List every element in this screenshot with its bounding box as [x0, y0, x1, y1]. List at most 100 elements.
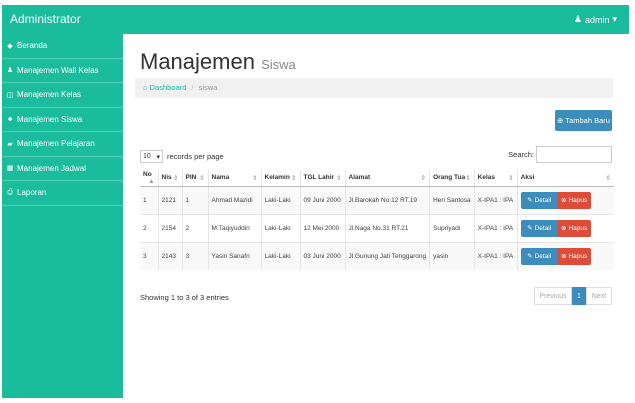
cell-nis: 2154: [157, 213, 182, 242]
breadcrumb-current: siswa: [198, 83, 218, 92]
cell-nama: Ahmad Mazidi: [207, 185, 261, 214]
column-header-no[interactable]: No ▲: [140, 170, 158, 187]
cell-orang-tua: Heri Santosa: [429, 185, 475, 214]
cell-kelamin: Laki-Laki: [260, 213, 300, 242]
cell-kelas: X-IPA1 : IPA: [473, 241, 518, 270]
table-info: Showing 1 to 3 of 3 entries: [140, 293, 229, 302]
delete-button[interactable]: ⊗ Hapus: [557, 247, 591, 265]
cell-orang-tua: yasin: [429, 241, 475, 270]
print-icon: ⎙: [7, 188, 13, 196]
cell-kelas: X-IPA1 : IPA: [473, 213, 518, 242]
page-title-text: Manajemen: [140, 49, 255, 74]
remove-icon: ⊗: [561, 197, 567, 204]
records-per-page-label: records per page: [167, 152, 224, 161]
cell-no: 2: [140, 213, 158, 242]
cell-pin: 1: [181, 185, 208, 214]
breadcrumb-separator: /: [191, 83, 194, 92]
cell-pin: 2: [181, 213, 208, 242]
brand-title[interactable]: Administrator: [10, 12, 81, 26]
cell-no: 1: [140, 185, 158, 214]
breadcrumb-dashboard[interactable]: Dashboard: [150, 83, 187, 92]
edit-icon: ✎: [527, 197, 533, 204]
detail-button[interactable]: ✎ Detail: [520, 191, 558, 209]
column-header-pin[interactable]: PIN ⇕: [181, 170, 208, 187]
sidebar-item-jadwal[interactable]: ▦ Manajemen Jadwal: [2, 157, 123, 181]
records-per-page-select[interactable]: 10 ▾: [140, 150, 163, 163]
pagination: Previous 1 Next: [534, 287, 612, 305]
cell-aksi: ✎ Detail ⊗ Hapus: [516, 185, 614, 214]
search-control: Search:: [508, 146, 612, 163]
cell-alamat: Jl.Barokah No.12 RT.19: [344, 185, 430, 214]
cell-nis: 2121: [157, 185, 182, 214]
cell-kelas: X-IPA1 : IPA: [473, 185, 518, 214]
plus-circle-icon: ⊕: [557, 116, 564, 125]
sidebar-item-kelas[interactable]: ◫ Manajemen Kelas: [2, 83, 123, 108]
main-content: Manajemen Siswa ⌂ Dashboard / siswa ⊕ Ta…: [123, 34, 629, 398]
delete-button[interactable]: ⊗ Hapus: [557, 191, 591, 209]
column-header-tgl-lahir[interactable]: TGL Lahir ⇕: [299, 170, 345, 187]
user-menu[interactable]: ♟ admin ▾: [574, 14, 617, 25]
previous-page-button[interactable]: Previous: [534, 287, 572, 305]
cell-nama: M.Taqiyuddin: [207, 213, 261, 242]
sidebar-item-pelajaran[interactable]: ▰ Manajemen Pelajaran: [2, 132, 123, 157]
table-row: 1 2121 1 Ahmad Mazidi Laki-Laki 09 Juni …: [140, 185, 614, 214]
table-row: 2 2154 2 M.Taqiyuddin Laki-Laki 12 Mei 2…: [140, 213, 614, 242]
sidebar-item-siswa[interactable]: ♣ Manajemen Siswa: [2, 108, 123, 132]
sidebar-item-label: Beranda: [17, 41, 48, 51]
sidebar-item-beranda[interactable]: ◆ Beranda: [2, 34, 123, 59]
search-label: Search:: [508, 150, 534, 159]
cell-tgl-lahir: 12 Mei 2000: [299, 213, 345, 242]
sidebar-item-label: Laporan: [17, 188, 47, 198]
cell-aksi: ✎ Detail ⊗ Hapus: [516, 213, 614, 242]
chevron-down-icon: ▾: [612, 14, 617, 24]
next-page-button[interactable]: Next: [586, 287, 612, 305]
column-header-nis[interactable]: Nis ⇕: [157, 170, 182, 187]
dashboard-icon: ◆: [7, 42, 13, 50]
delete-button[interactable]: ⊗ Hapus: [557, 219, 591, 237]
column-header-aksi[interactable]: Aksi ⇕: [516, 170, 614, 187]
column-header-orang-tua[interactable]: Orang Tua ⇕: [429, 170, 475, 187]
sidebar: ◆ Beranda ♟ Manajemen Wali Kelas ◫ Manaj…: [2, 34, 123, 398]
cell-kelamin: Laki-Laki: [260, 241, 300, 270]
calendar-icon: ▦: [6, 165, 14, 173]
sidebar-item-label: Manajemen Siswa: [17, 114, 83, 124]
cell-alamat: Jl.Naga No.31 RT.21: [344, 213, 430, 242]
cell-orang-tua: Supriyadi: [429, 213, 475, 242]
page-1-button[interactable]: 1: [572, 287, 586, 305]
add-new-button[interactable]: ⊕ Tambah Baru: [555, 110, 612, 131]
table-header-row: No ▲ Nis ⇕ PIN ⇕ Nama ⇕ Kelamin ⇕ TGL Lahir ⇕ …: [140, 170, 614, 187]
cell-tgl-lahir: 09 Juni 2000: [299, 185, 345, 214]
cell-pin: 3: [181, 241, 208, 270]
cell-tgl-lahir: 03 Juni 2000: [299, 241, 345, 270]
cell-nama: Yasin Sanafri: [207, 241, 261, 270]
detail-button[interactable]: ✎ Detail: [520, 247, 558, 265]
sidebar-item-laporan[interactable]: ⎙ Laporan: [2, 181, 123, 206]
records-per-page-value: 10: [143, 153, 151, 160]
table-row: 3 2143 3 Yasin Sanafri Laki-Laki 03 Juni…: [140, 241, 614, 270]
column-header-nama[interactable]: Nama ⇕: [207, 170, 261, 187]
students-table: No ▲ Nis ⇕ PIN ⇕ Nama ⇕ Kelamin ⇕ TGL Lahir ⇕ …: [140, 170, 614, 270]
cell-aksi: ✎ Detail ⊗ Hapus: [516, 241, 614, 270]
column-header-kelas[interactable]: Kelas ⇕: [473, 170, 518, 187]
records-per-page: 10 ▾ records per page: [140, 150, 224, 163]
sidebar-item-label: Manajemen Wali Kelas: [17, 65, 99, 75]
cell-alamat: Jl.Gunung Jati Tenggarong: [344, 241, 430, 270]
home-icon: ⌂: [143, 83, 148, 92]
search-input[interactable]: [536, 146, 612, 163]
sidebar-item-label: Manajemen Jadwal: [17, 163, 86, 173]
remove-icon: ⊗: [561, 225, 567, 232]
sidebar-item-wali-kelas[interactable]: ♟ Manajemen Wali Kelas: [2, 59, 123, 83]
column-header-kelamin[interactable]: Kelamin ⇕: [260, 170, 300, 187]
app-window: Administrator ♟ admin ▾ ◆ Beranda ♟ Mana…: [0, 0, 635, 403]
detail-button[interactable]: ✎ Detail: [520, 219, 558, 237]
breadcrumb: ⌂ Dashboard / siswa: [135, 78, 613, 98]
edit-icon: ✎: [527, 253, 533, 261]
user-name: admin: [584, 14, 610, 25]
top-navbar: Administrator ♟ admin ▾: [2, 5, 629, 34]
users-icon: ♣: [7, 115, 13, 123]
chevron-down-icon: ▾: [156, 154, 160, 161]
sidebar-item-label: Manajemen Kelas: [17, 90, 82, 100]
cell-no: 3: [140, 241, 158, 270]
column-header-alamat[interactable]: Alamat ⇕: [344, 170, 430, 187]
user-icon: ♟: [6, 67, 14, 75]
